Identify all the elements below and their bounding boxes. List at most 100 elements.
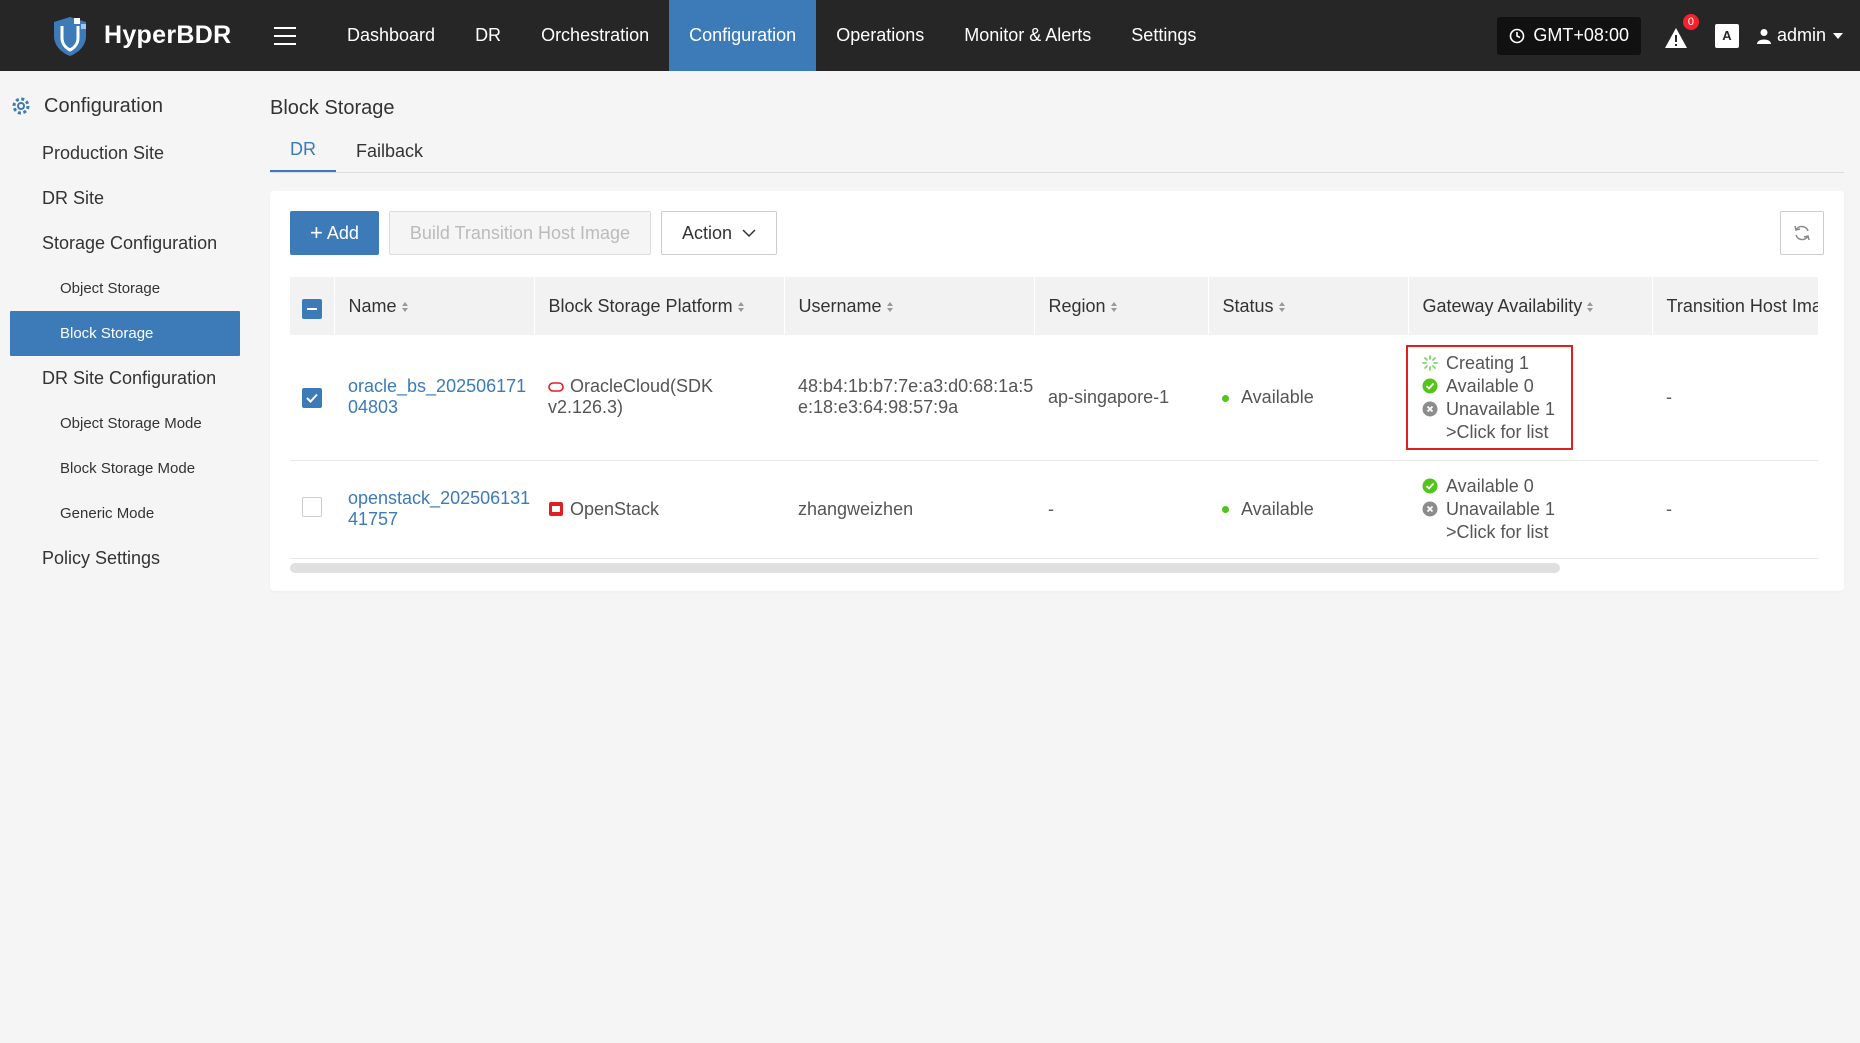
tab-failback[interactable]: Failback bbox=[336, 141, 443, 172]
sidebar-item-storage-configuration[interactable]: Storage Configuration bbox=[0, 221, 250, 266]
sort-icon bbox=[1278, 301, 1285, 312]
status-cell: Available bbox=[1208, 460, 1408, 559]
sidebar-item-object-storage-mode[interactable]: Object Storage Mode bbox=[0, 401, 250, 446]
sort-icon bbox=[886, 301, 893, 312]
refresh-icon bbox=[1794, 225, 1810, 241]
sidebar-item-block-storage[interactable]: Block Storage bbox=[10, 311, 240, 356]
storage-table-container: Name Block Storage Platform Username Reg… bbox=[290, 277, 1818, 567]
openstack-icon bbox=[549, 502, 563, 516]
table-header-row: Name Block Storage Platform Username Reg… bbox=[290, 277, 1818, 335]
nav-dr[interactable]: DR bbox=[455, 0, 521, 71]
block-storage-card: + Add Build Transition Host Image Action bbox=[270, 191, 1844, 591]
warning-icon bbox=[1664, 27, 1687, 48]
storage-name-link[interactable]: openstack_202506131 41757 bbox=[334, 460, 534, 559]
sort-icon bbox=[737, 301, 744, 312]
alert-count-badge: 0 bbox=[1682, 13, 1699, 30]
gateway-list-link[interactable]: >Click for list bbox=[1422, 521, 1638, 544]
platform-cell: OracleCloud(SDK v2.126.3) bbox=[534, 335, 784, 461]
loading-spinner-icon bbox=[1422, 355, 1438, 372]
status-dot bbox=[1222, 394, 1229, 402]
add-button[interactable]: + Add bbox=[290, 211, 379, 255]
menu-toggle-icon[interactable] bbox=[265, 0, 305, 71]
transition-host-image-cell: - bbox=[1652, 335, 1818, 461]
add-button-label: Add bbox=[326, 222, 359, 243]
toolbar: + Add Build Transition Host Image Action bbox=[290, 211, 778, 255]
nav-dashboard[interactable]: Dashboard bbox=[327, 0, 455, 71]
shield-logo-icon bbox=[54, 16, 86, 56]
sidebar-item-dr-site-configuration[interactable]: DR Site Configuration bbox=[0, 356, 250, 401]
gateway-highlight-box: Creating 1 Available 0 Unavailable 1 >Cl… bbox=[1406, 344, 1574, 450]
action-dropdown[interactable]: Action bbox=[661, 211, 778, 255]
column-header-gateway-availability[interactable]: Gateway Availability bbox=[1408, 277, 1653, 335]
user-menu[interactable]: admin bbox=[1756, 25, 1844, 46]
table-row: oracle_bs_202506171 04803 OracleCloud(SDK… bbox=[290, 335, 1818, 461]
storage-table: Name Block Storage Platform Username Reg… bbox=[290, 277, 1818, 559]
sidebar-item-policy-settings[interactable]: Policy Settings bbox=[0, 536, 250, 581]
caret-down-icon bbox=[1833, 32, 1843, 39]
sort-icon bbox=[1587, 301, 1594, 312]
clock-icon bbox=[1510, 28, 1525, 43]
refresh-button[interactable] bbox=[1780, 211, 1824, 255]
build-transition-host-image-button[interactable]: Build Transition Host Image bbox=[388, 211, 651, 255]
check-circle-icon bbox=[1422, 478, 1438, 494]
gear-icon bbox=[12, 97, 30, 115]
check-circle-icon bbox=[1422, 378, 1438, 394]
timezone-label: GMT+08:00 bbox=[1533, 25, 1629, 45]
language-icon[interactable]: A bbox=[1714, 23, 1739, 48]
sidebar-item-object-storage[interactable]: Object Storage bbox=[0, 266, 250, 311]
username-cell: 48:b4:1b:b7:7e:a3:d0:68:1a:5 e:18:e3:64:9… bbox=[784, 335, 1034, 461]
column-header-region[interactable]: Region bbox=[1034, 277, 1209, 335]
row-checkbox[interactable] bbox=[302, 496, 322, 517]
storage-name-link[interactable]: oracle_bs_202506171 04803 bbox=[334, 335, 534, 461]
action-dropdown-label: Action bbox=[682, 222, 733, 243]
timezone-button[interactable]: GMT+08:00 bbox=[1497, 16, 1641, 55]
region-cell: - bbox=[1034, 460, 1208, 559]
column-header-transition-host-image[interactable]: Transition Host Image bbox=[1652, 277, 1818, 335]
sort-icon bbox=[1110, 301, 1117, 312]
status-cell: Available bbox=[1208, 335, 1408, 461]
main-content: Block Storage DR Failback + Add Build Tr… bbox=[270, 71, 1844, 591]
top-bar: HyperBDR Dashboard DR Orchestration Conf… bbox=[0, 0, 1860, 71]
select-all-checkbox[interactable] bbox=[302, 298, 322, 319]
sidebar-header: Configuration bbox=[0, 81, 250, 131]
page-title: Block Storage bbox=[270, 97, 395, 119]
sidebar-item-production-site[interactable]: Production Site bbox=[0, 131, 250, 176]
tabs: DR Failback bbox=[270, 127, 1844, 173]
gateway-availability-cell: Available 0 Unavailable 1 >Click for lis… bbox=[1408, 460, 1652, 559]
nav-operations[interactable]: Operations bbox=[816, 0, 944, 71]
column-header-status[interactable]: Status bbox=[1208, 277, 1409, 335]
transition-host-image-cell: - bbox=[1652, 460, 1818, 559]
sort-icon bbox=[401, 301, 408, 312]
sidebar-item-generic-mode[interactable]: Generic Mode bbox=[0, 491, 250, 536]
nav-orchestration[interactable]: Orchestration bbox=[521, 0, 669, 71]
oracle-cloud-icon bbox=[548, 381, 564, 392]
brand-name: HyperBDR bbox=[104, 21, 232, 49]
column-header-platform[interactable]: Block Storage Platform bbox=[534, 277, 785, 335]
table-row: openstack_202506131 41757 OpenStack zhang… bbox=[290, 460, 1818, 559]
column-header-username[interactable]: Username bbox=[784, 277, 1035, 335]
nav-settings[interactable]: Settings bbox=[1111, 0, 1216, 71]
close-circle-icon bbox=[1422, 401, 1438, 417]
close-circle-icon bbox=[1422, 501, 1438, 517]
sidebar-item-dr-site[interactable]: DR Site bbox=[0, 176, 250, 221]
row-checkbox[interactable] bbox=[302, 387, 322, 408]
gateway-availability-cell: Creating 1 Available 0 Unavailable 1 >Cl… bbox=[1406, 335, 1652, 461]
username-cell: zhangweizhen bbox=[784, 460, 1034, 559]
status-dot bbox=[1222, 506, 1229, 514]
gateway-list-link[interactable]: >Click for list bbox=[1422, 421, 1555, 444]
logo[interactable]: HyperBDR bbox=[0, 14, 265, 58]
alerts-button[interactable]: 0 bbox=[1663, 13, 1699, 51]
region-cell: ap-singapore-1 bbox=[1034, 335, 1208, 461]
horizontal-scrollbar[interactable] bbox=[290, 563, 1560, 573]
main-nav: Dashboard DR Orchestration Configuration… bbox=[327, 0, 1216, 71]
sidebar-item-block-storage-mode[interactable]: Block Storage Mode bbox=[0, 446, 250, 491]
nav-configuration[interactable]: Configuration bbox=[669, 0, 817, 71]
sidebar-title: Configuration bbox=[44, 94, 163, 117]
sidebar: Configuration Production Site DR Site St… bbox=[0, 71, 250, 1043]
column-header-name[interactable]: Name bbox=[334, 277, 535, 335]
user-name: admin bbox=[1776, 25, 1826, 45]
nav-monitor-alerts[interactable]: Monitor & Alerts bbox=[944, 0, 1111, 71]
tab-dr[interactable]: DR bbox=[270, 139, 336, 172]
user-icon bbox=[1756, 28, 1771, 44]
plus-icon: + bbox=[310, 220, 323, 245]
